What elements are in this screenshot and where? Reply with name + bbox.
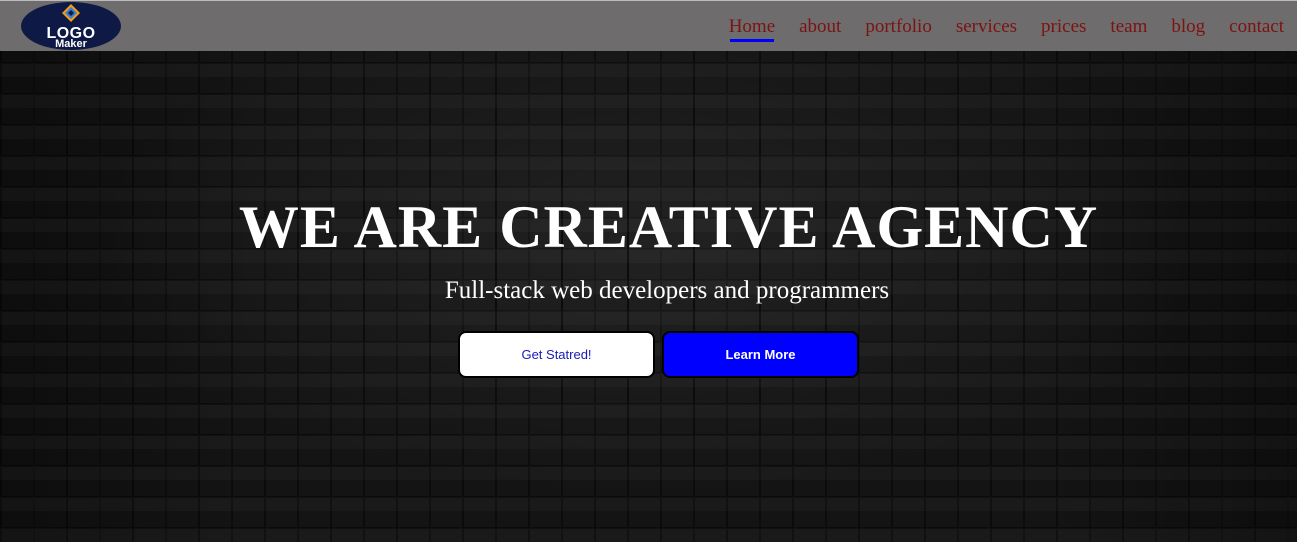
hero-title: WE ARE CREATIVE AGENCY: [238, 194, 1099, 260]
hero-background: [0, 0, 1297, 542]
nav-item-team[interactable]: team: [1110, 15, 1147, 39]
nav-item-portfolio[interactable]: portfolio: [865, 15, 932, 39]
active-indicator: [729, 39, 775, 42]
navbar: LOGO Maker Home about portfolio services…: [0, 0, 1297, 51]
brick-wall-texture: [0, 0, 1297, 542]
nav-item-services[interactable]: services: [956, 15, 1017, 39]
nav-item-prices[interactable]: prices: [1041, 15, 1086, 39]
logo[interactable]: LOGO Maker: [21, 2, 121, 50]
nav-item-blog[interactable]: blog: [1171, 15, 1205, 39]
logo-subtext: Maker: [55, 38, 87, 50]
nav-item-about[interactable]: about: [799, 15, 841, 39]
learn-more-button[interactable]: Learn More: [662, 331, 859, 378]
diamond-logo-icon: [62, 4, 80, 22]
nav-menu: Home about portfolio services prices tea…: [728, 15, 1284, 42]
nav-item-label: Home: [728, 16, 776, 37]
nav-item-contact[interactable]: contact: [1229, 15, 1284, 39]
nav-item-home[interactable]: Home: [728, 15, 776, 42]
get-started-button[interactable]: Get Statred!: [458, 331, 655, 378]
hero-subtitle: Full-stack web developers and programmer…: [444, 277, 890, 304]
